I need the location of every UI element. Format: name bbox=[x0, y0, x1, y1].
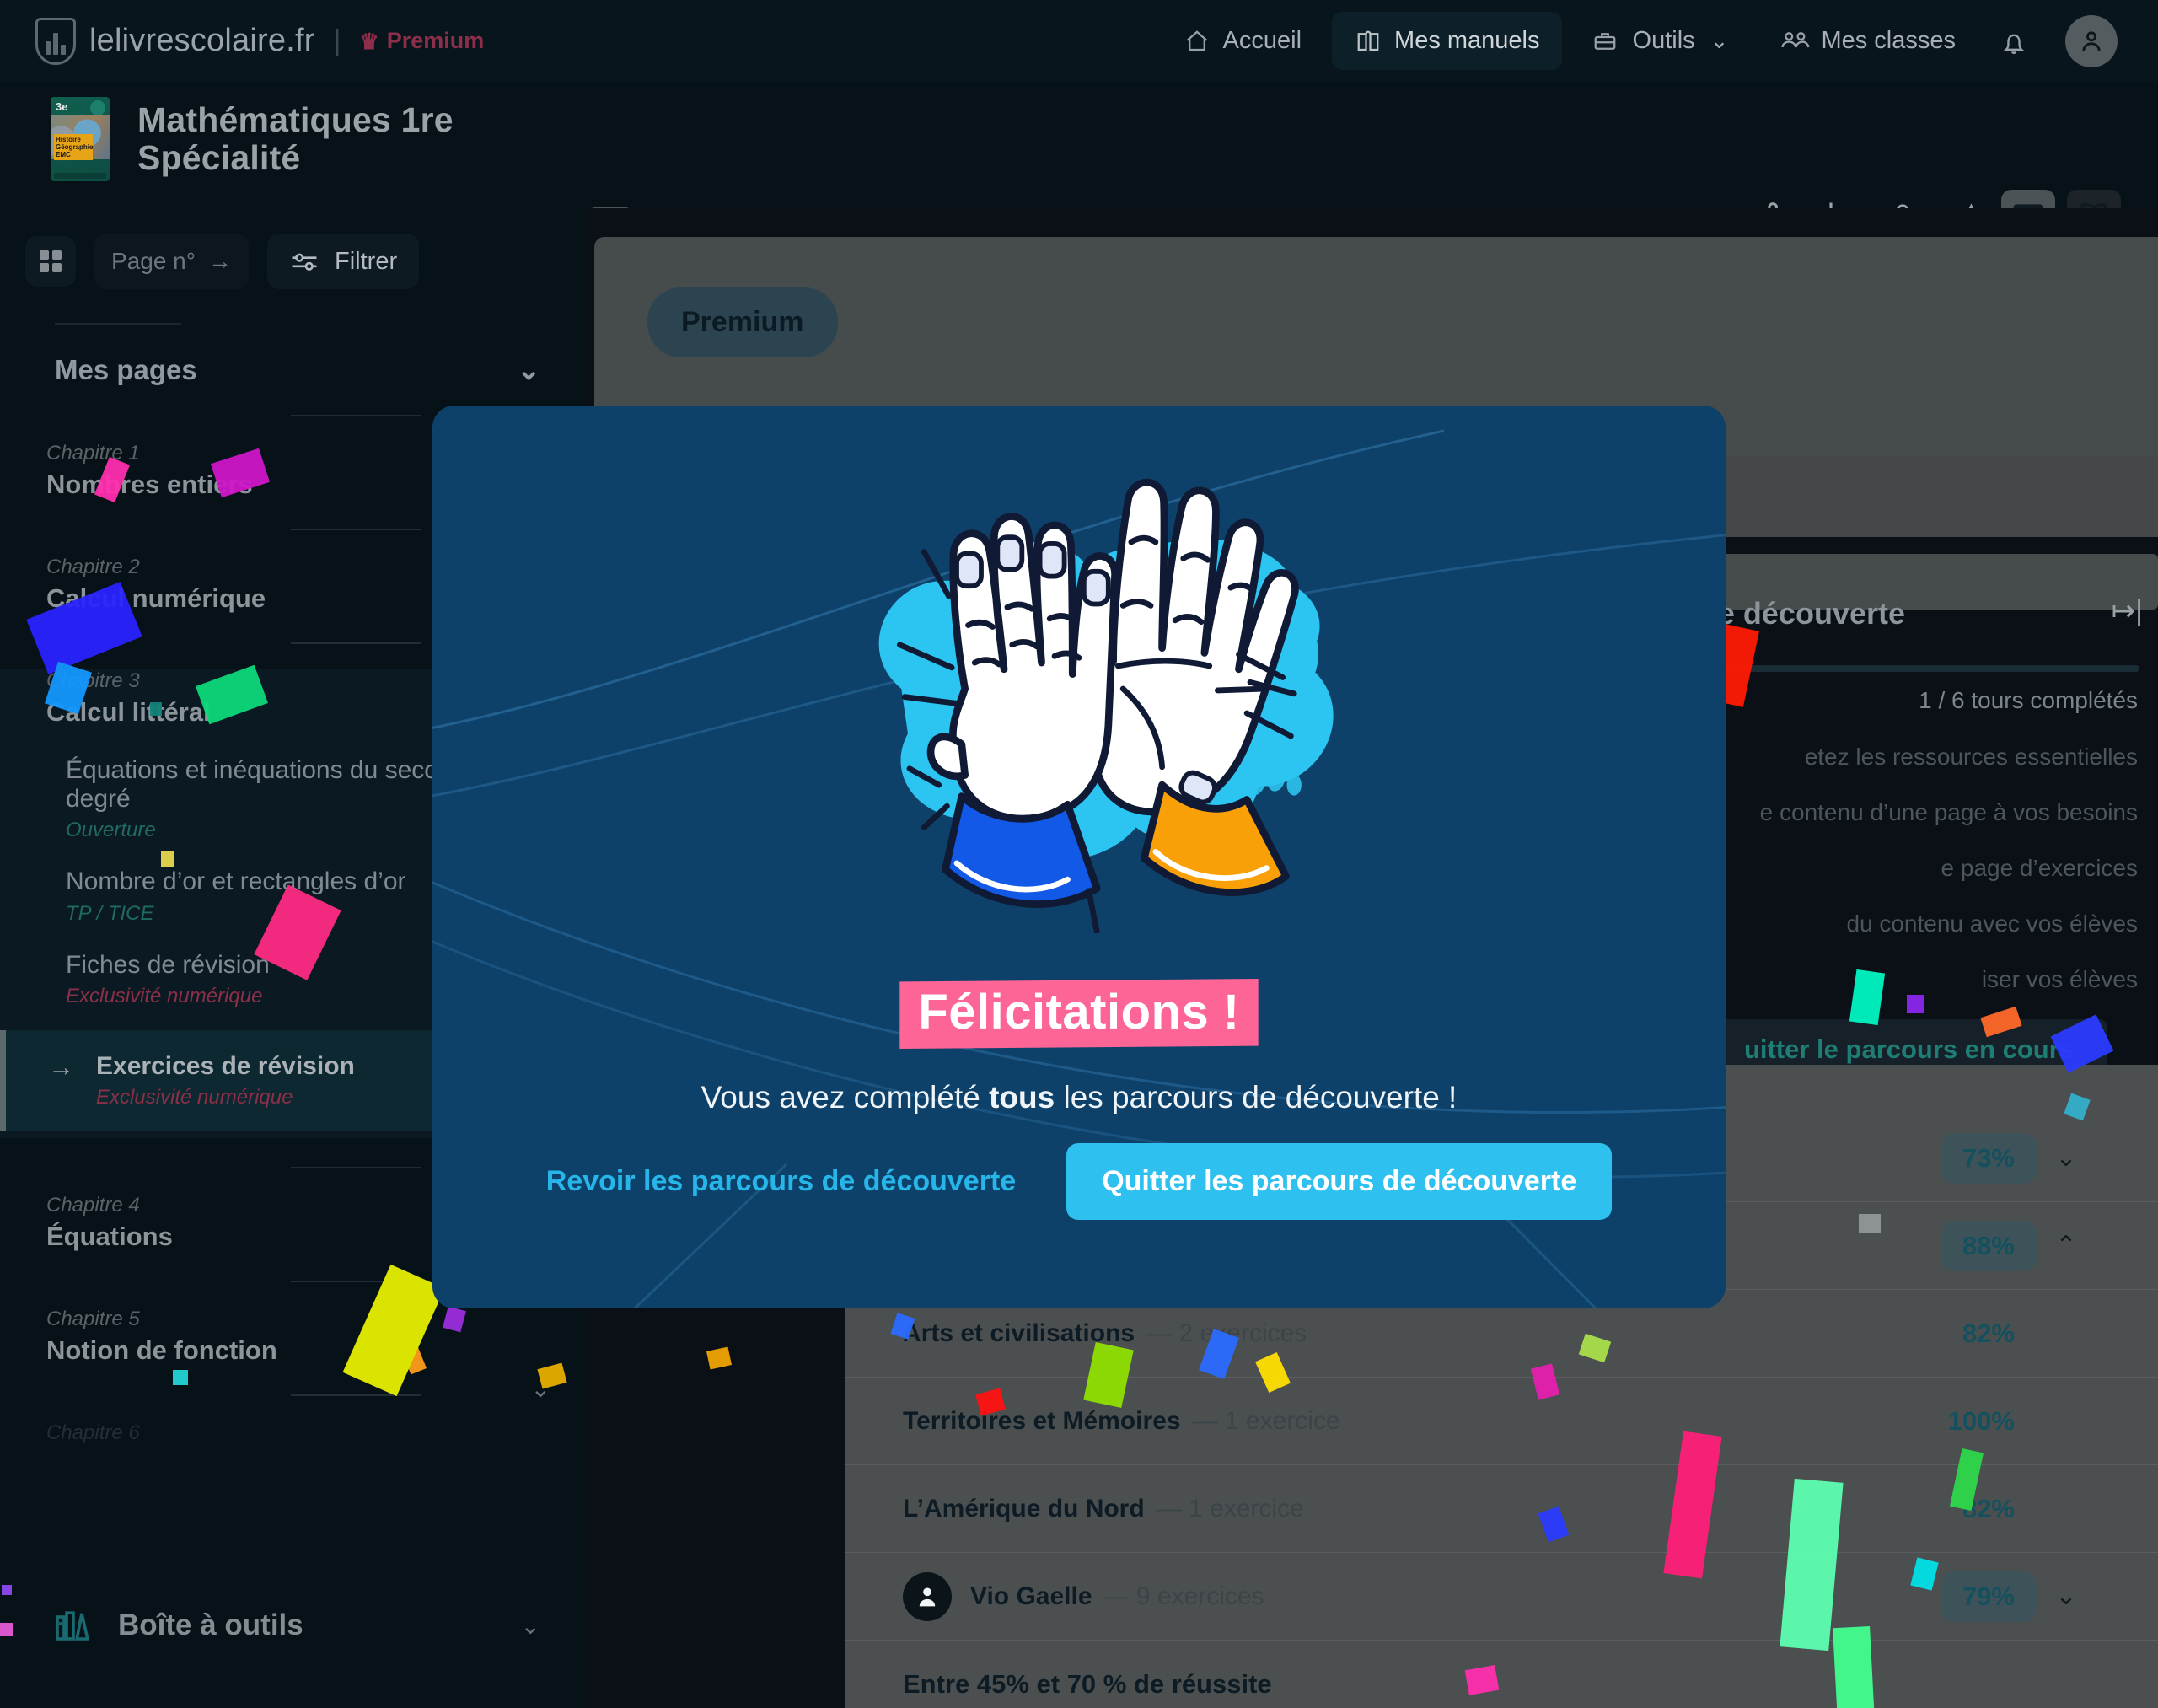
review-parcours-button[interactable]: Revoir les parcours de découverte bbox=[546, 1165, 1016, 1198]
congratulations-modal: Félicitations ! Vous avez complété tous … bbox=[432, 406, 1726, 1308]
modal-heading-wrap: Félicitations ! bbox=[432, 979, 1726, 1049]
subtitle-bold: tous bbox=[989, 1080, 1055, 1114]
quit-parcours-button[interactable]: Quitter les parcours de découverte bbox=[1066, 1143, 1613, 1220]
modal-subtitle: Vous avez complété tous les parcours de … bbox=[432, 1080, 1726, 1115]
app-root: lelivrescolaire.fr | ♛ Premium Accueil M… bbox=[0, 0, 2158, 1708]
subtitle-after: les parcours de découverte ! bbox=[1055, 1080, 1457, 1114]
modal-actions: Revoir les parcours de découverte Quitte… bbox=[432, 1143, 1726, 1220]
modal-heading: Félicitations ! bbox=[899, 979, 1259, 1049]
subtitle-before: Vous avez complété bbox=[701, 1080, 990, 1114]
high-five-hands-illustration bbox=[878, 478, 1334, 933]
